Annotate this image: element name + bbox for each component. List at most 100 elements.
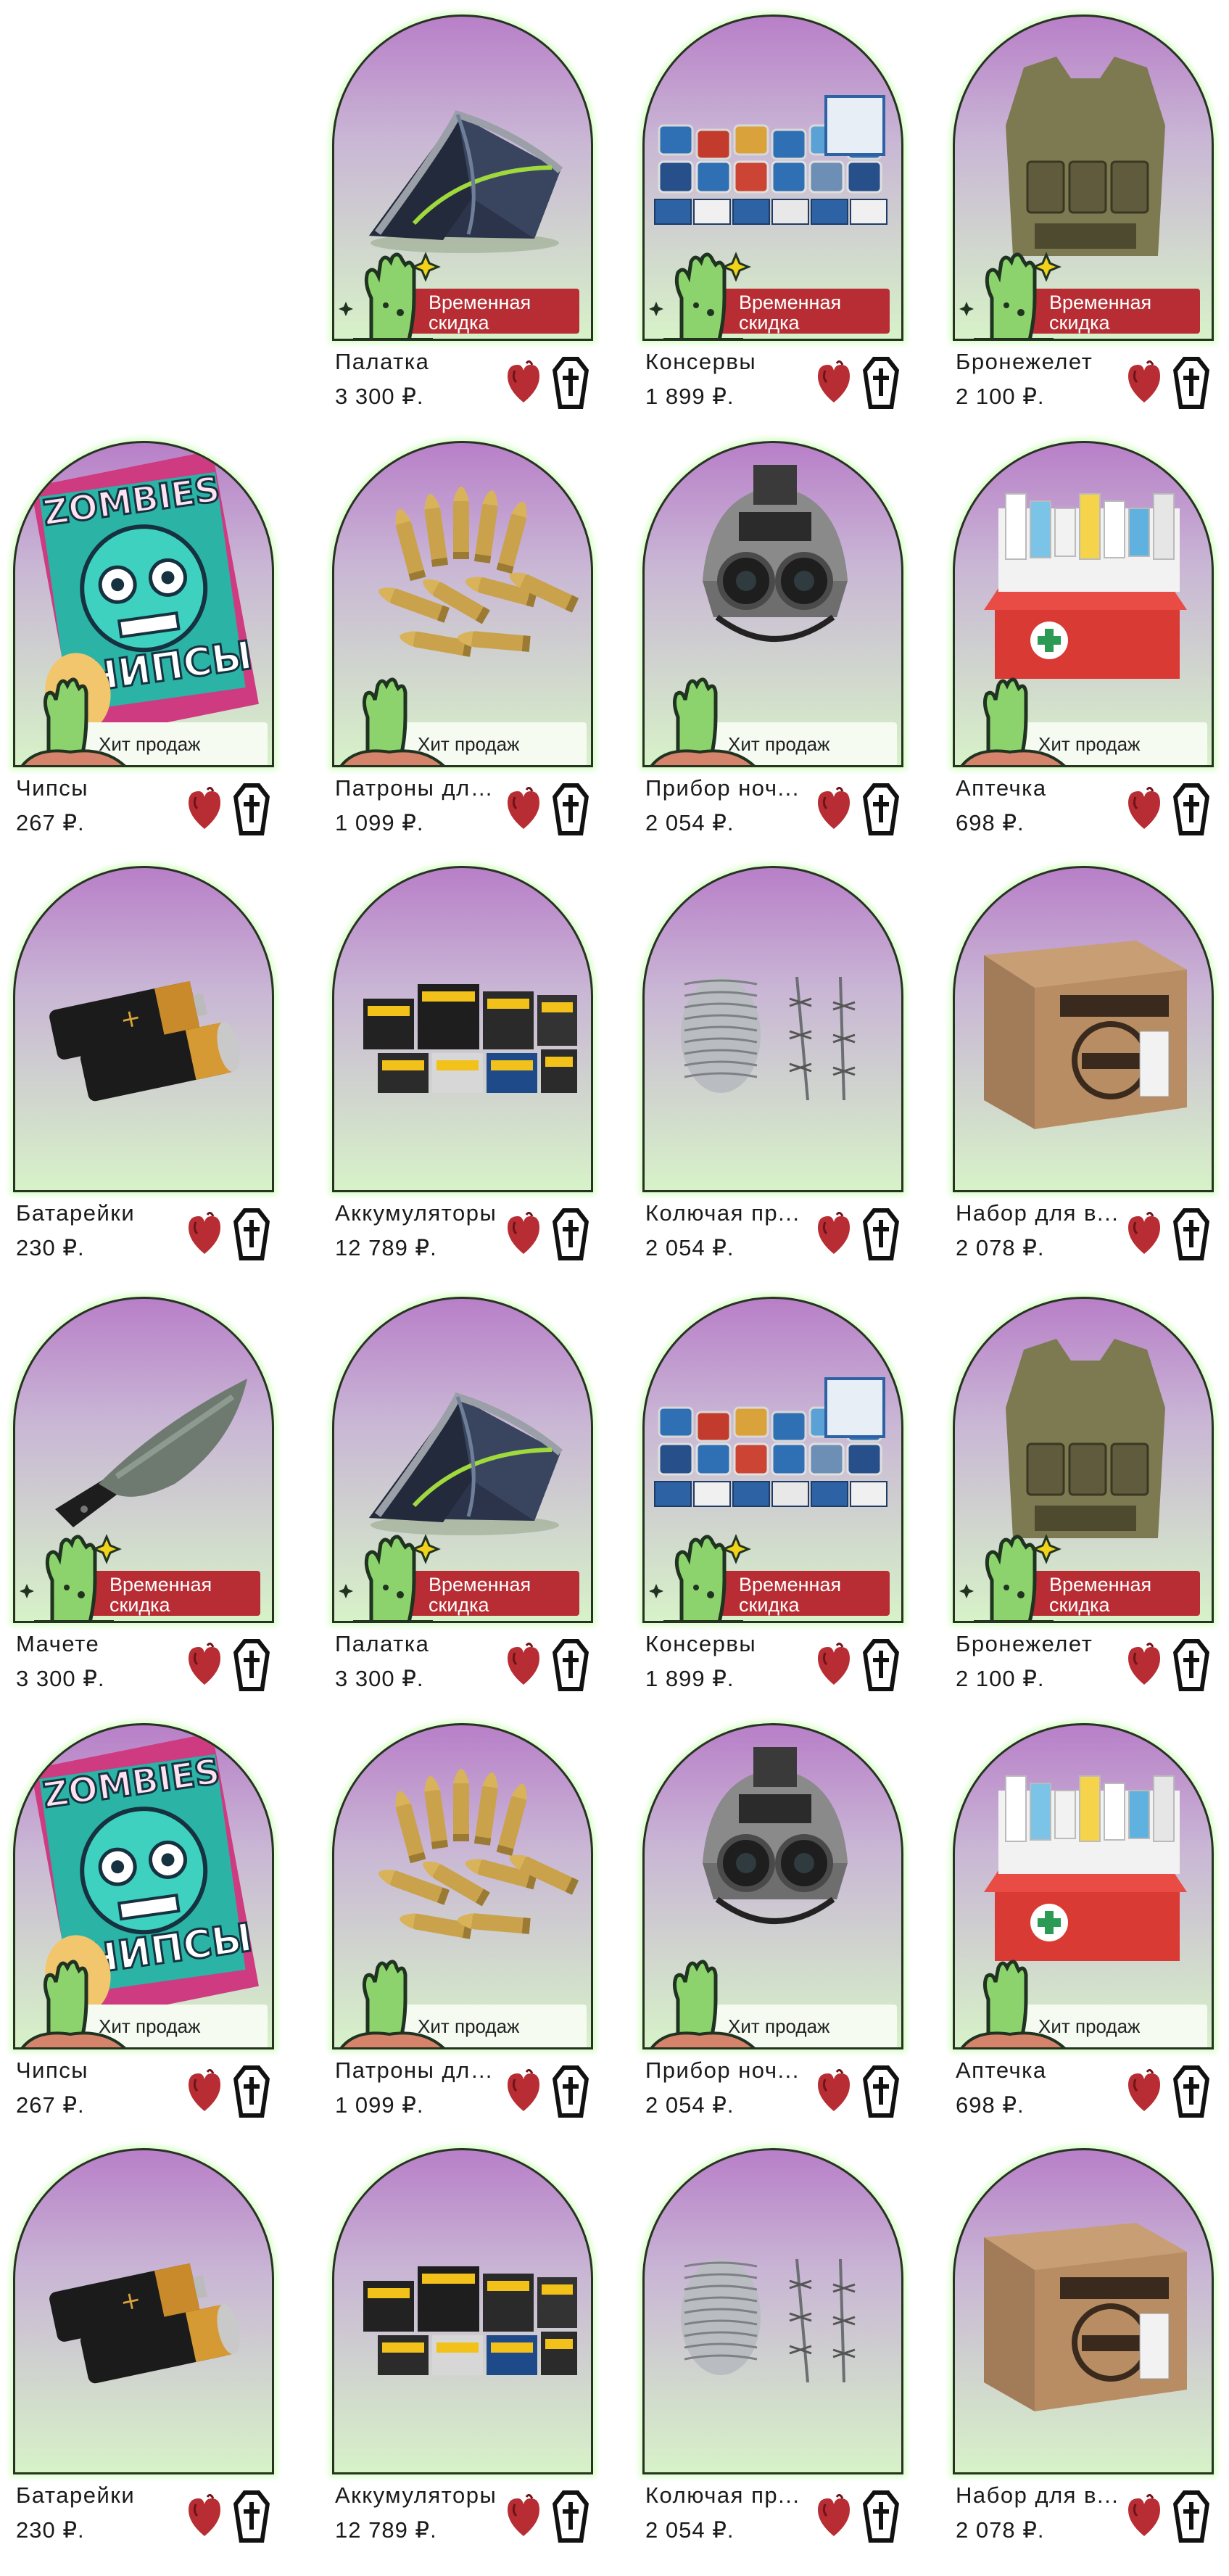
product-image-frame[interactable]: Хит продаж (642, 1723, 903, 2049)
product-name[interactable]: Чипсы (16, 775, 183, 802)
product-name[interactable]: Аптечка (956, 2057, 1122, 2084)
add-to-cart-button[interactable] (551, 1638, 590, 1693)
add-to-cart-button[interactable] (1172, 2064, 1211, 2119)
add-to-cart-button[interactable] (1172, 1207, 1211, 1262)
product-name[interactable]: Патроны для... (335, 775, 502, 802)
favorite-button[interactable] (1125, 2493, 1163, 2539)
product-image-frame[interactable]: Временная скидка (642, 15, 903, 341)
product-name[interactable]: Колючая пр... (645, 2482, 812, 2509)
product-card[interactable]: Набор для в... 2 078 ₽. (953, 866, 1214, 1294)
product-card[interactable]: Временная скидка Мачете 3 300 ₽. (13, 1297, 274, 1725)
favorite-button[interactable] (815, 2493, 853, 2539)
product-name[interactable]: Патроны для... (335, 2057, 502, 2084)
product-card[interactable]: + Батарейки 230 ₽. (13, 2148, 274, 2576)
favorite-button[interactable] (815, 2068, 853, 2114)
product-card[interactable]: Временная скидка Бронежелет 2 100 ₽. (953, 15, 1214, 442)
product-card[interactable]: Хит продаж Патроны для... 1 099 ₽. (332, 1723, 593, 2151)
product-image-frame[interactable] (953, 2148, 1214, 2474)
product-name[interactable]: Колючая пр... (645, 1200, 812, 1227)
favorite-button[interactable] (1125, 2068, 1163, 2114)
product-image-frame[interactable]: Временная скидка (642, 1297, 903, 1623)
add-to-cart-button[interactable] (1172, 782, 1211, 837)
add-to-cart-button[interactable] (551, 355, 590, 410)
favorite-button[interactable] (815, 1211, 853, 1257)
favorite-button[interactable] (505, 2493, 542, 2539)
product-card[interactable]: Временная скидка Палатка 3 300 ₽. (332, 15, 593, 442)
product-name[interactable]: Мачете (16, 1630, 183, 1658)
product-name[interactable]: Чипсы (16, 2057, 183, 2084)
product-image-frame[interactable]: Временная скидка (13, 1297, 274, 1623)
favorite-button[interactable] (186, 1642, 223, 1688)
product-card[interactable]: Хит продаж Аптечка 698 ₽. (953, 441, 1214, 869)
add-to-cart-button[interactable] (861, 355, 901, 410)
favorite-button[interactable] (815, 1642, 853, 1688)
product-name[interactable]: Аккумуляторы (335, 1200, 502, 1227)
product-image-frame[interactable]: + (13, 866, 274, 1192)
product-image-frame[interactable]: Хит продаж (332, 441, 593, 767)
product-image-frame[interactable]: Хит продаж (953, 441, 1214, 767)
favorite-button[interactable] (505, 2068, 542, 2114)
product-image-frame[interactable]: ZOMBIES ЧИПСЫ Хит продаж (13, 1723, 274, 2049)
product-image-frame[interactable]: Временная скидка (332, 1297, 593, 1623)
add-to-cart-button[interactable] (232, 782, 271, 837)
add-to-cart-button[interactable] (861, 2489, 901, 2544)
favorite-button[interactable] (815, 786, 853, 832)
add-to-cart-button[interactable] (861, 1638, 901, 1693)
add-to-cart-button[interactable] (1172, 1638, 1211, 1693)
favorite-button[interactable] (505, 1642, 542, 1688)
product-name[interactable]: Бронежелет (956, 1630, 1122, 1658)
product-name[interactable]: Консервы (645, 348, 812, 376)
product-card[interactable]: Аккумуляторы 12 789 ₽. (332, 2148, 593, 2576)
add-to-cart-button[interactable] (551, 2064, 590, 2119)
add-to-cart-button[interactable] (551, 2489, 590, 2544)
add-to-cart-button[interactable] (232, 2489, 271, 2544)
product-name[interactable]: Консервы (645, 1630, 812, 1658)
product-name[interactable]: Аккумуляторы (335, 2482, 502, 2509)
product-card[interactable]: ZOMBIES ЧИПСЫ Хит продаж Чипсы 267 ₽. (13, 1723, 274, 2151)
favorite-button[interactable] (505, 786, 542, 832)
favorite-button[interactable] (1125, 786, 1163, 832)
favorite-button[interactable] (186, 2493, 223, 2539)
favorite-button[interactable] (1125, 1642, 1163, 1688)
product-name[interactable]: Палатка (335, 1630, 502, 1658)
product-name[interactable]: Аптечка (956, 775, 1122, 802)
product-name[interactable]: Палатка (335, 348, 502, 376)
add-to-cart-button[interactable] (1172, 355, 1211, 410)
product-card[interactable]: Хит продаж Прибор ноч... 2 054 ₽. (642, 1723, 903, 2151)
product-card[interactable]: Временная скидка Консервы 1 899 ₽. (642, 15, 903, 442)
product-name[interactable]: Набор для в... (956, 2482, 1122, 2509)
product-card[interactable]: Хит продаж Патроны для... 1 099 ₽. (332, 441, 593, 869)
product-card[interactable]: Хит продаж Аптечка 698 ₽. (953, 1723, 1214, 2151)
add-to-cart-button[interactable] (232, 2064, 271, 2119)
product-card[interactable]: Колючая пр... 2 054 ₽. (642, 866, 903, 1294)
favorite-button[interactable] (186, 1211, 223, 1257)
product-image-frame[interactable]: Хит продаж (642, 441, 903, 767)
add-to-cart-button[interactable] (232, 1207, 271, 1262)
add-to-cart-button[interactable] (861, 782, 901, 837)
add-to-cart-button[interactable] (1172, 2489, 1211, 2544)
favorite-button[interactable] (815, 360, 853, 405)
product-card[interactable]: Набор для в... 2 078 ₽. (953, 2148, 1214, 2576)
product-name[interactable]: Набор для в... (956, 1200, 1122, 1227)
product-card[interactable]: Колючая пр... 2 054 ₽. (642, 2148, 903, 2576)
add-to-cart-button[interactable] (232, 1638, 271, 1693)
add-to-cart-button[interactable] (551, 1207, 590, 1262)
product-image-frame[interactable]: ZOMBIES ЧИПСЫ Хит продаж (13, 441, 274, 767)
product-card[interactable]: Временная скидка Бронежелет 2 100 ₽. (953, 1297, 1214, 1725)
favorite-button[interactable] (186, 2068, 223, 2114)
product-image-frame[interactable] (642, 866, 903, 1192)
favorite-button[interactable] (505, 360, 542, 405)
product-card[interactable]: Временная скидка Палатка 3 300 ₽. (332, 1297, 593, 1725)
product-name[interactable]: Бронежелет (956, 348, 1122, 376)
product-name[interactable]: Батарейки (16, 1200, 183, 1227)
favorite-button[interactable] (1125, 1211, 1163, 1257)
product-image-frame[interactable] (953, 866, 1214, 1192)
product-image-frame[interactable]: + (13, 2148, 274, 2474)
product-image-frame[interactable] (642, 2148, 903, 2474)
product-name[interactable]: Прибор ноч... (645, 775, 812, 802)
favorite-button[interactable] (505, 1211, 542, 1257)
product-image-frame[interactable] (332, 2148, 593, 2474)
favorite-button[interactable] (1125, 360, 1163, 405)
product-image-frame[interactable]: Хит продаж (953, 1723, 1214, 2049)
product-image-frame[interactable]: Временная скидка (953, 1297, 1214, 1623)
